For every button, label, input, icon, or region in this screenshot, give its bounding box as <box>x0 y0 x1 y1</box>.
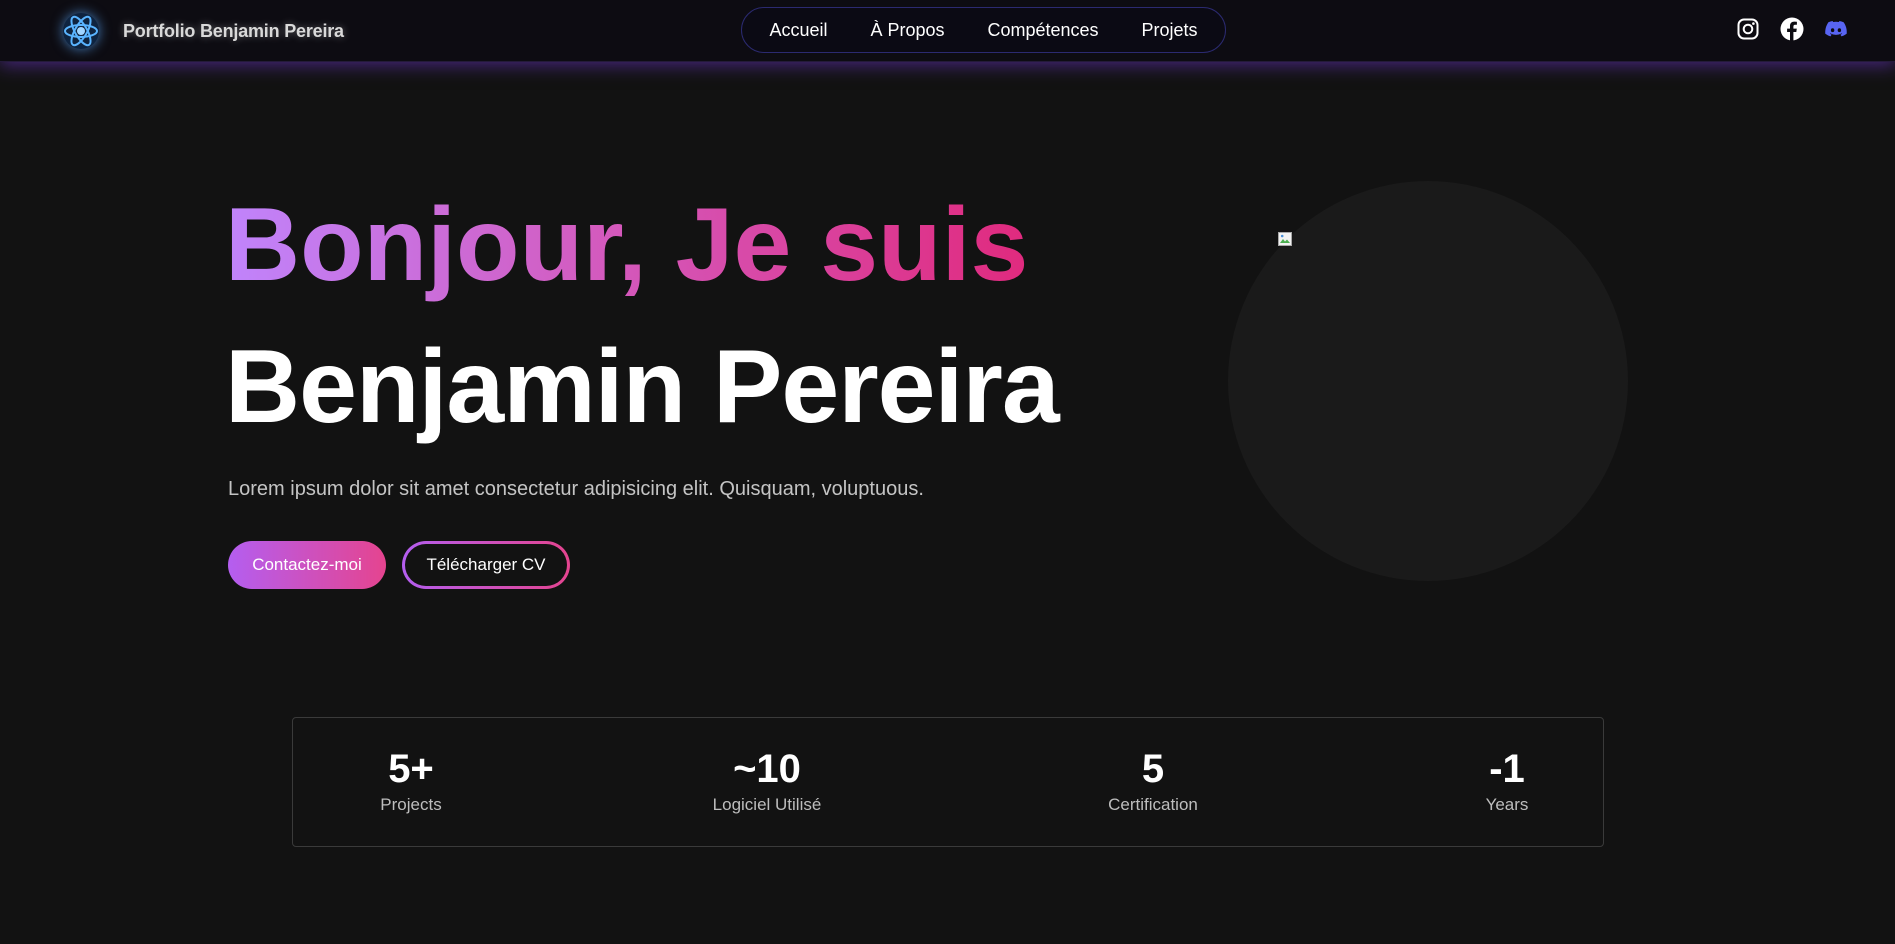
stat-software: ~10 Logiciel Utilisé <box>705 749 829 815</box>
download-cv-label: Télécharger CV <box>405 544 567 586</box>
nav-link-projets[interactable]: Projets <box>1141 20 1197 41</box>
social-links <box>1736 17 1848 41</box>
stat-value: -1 <box>1489 747 1525 791</box>
facebook-icon[interactable] <box>1780 17 1804 41</box>
atom-logo-icon <box>63 13 99 49</box>
stat-label: Logiciel Utilisé <box>712 795 822 814</box>
stat-label: Certification <box>1108 795 1198 814</box>
main-nav: Accueil À Propos Compétences Projets <box>741 7 1226 53</box>
stat-label: Years <box>1485 795 1529 814</box>
nav-link-a-propos[interactable]: À Propos <box>870 20 944 41</box>
instagram-icon[interactable] <box>1736 17 1760 41</box>
stat-value: 5 <box>1141 747 1165 791</box>
navbar: Portfolio Benjamin Pereira Accueil À Pro… <box>0 0 1895 62</box>
hero-name: Benjamin Pereira <box>225 329 1060 445</box>
download-cv-button[interactable]: Télécharger CV <box>402 541 570 589</box>
hero-greeting: Bonjour, Je suis <box>225 187 1029 303</box>
nav-link-competences[interactable]: Compétences <box>987 20 1098 41</box>
stat-projects: 5+ Projects <box>359 749 463 815</box>
brand[interactable]: Portfolio Benjamin Pereira <box>60 10 344 52</box>
stat-value: 5+ <box>388 747 434 791</box>
stat-label: Projects <box>380 795 442 814</box>
broken-image-icon <box>1278 232 1292 246</box>
contact-button[interactable]: Contactez-moi <box>228 541 386 589</box>
stat-years: -1 Years <box>1470 749 1544 815</box>
stat-certification: 5 Certification <box>1094 749 1212 815</box>
brand-name: Portfolio Benjamin Pereira <box>123 20 344 41</box>
stat-value: ~10 <box>733 747 801 791</box>
discord-icon[interactable] <box>1824 17 1848 41</box>
nav-link-accueil[interactable]: Accueil <box>769 20 827 41</box>
hero-description: Lorem ipsum dolor sit amet consectetur a… <box>228 478 924 500</box>
stats-panel: 5+ Projects ~10 Logiciel Utilisé 5 Certi… <box>292 717 1604 847</box>
